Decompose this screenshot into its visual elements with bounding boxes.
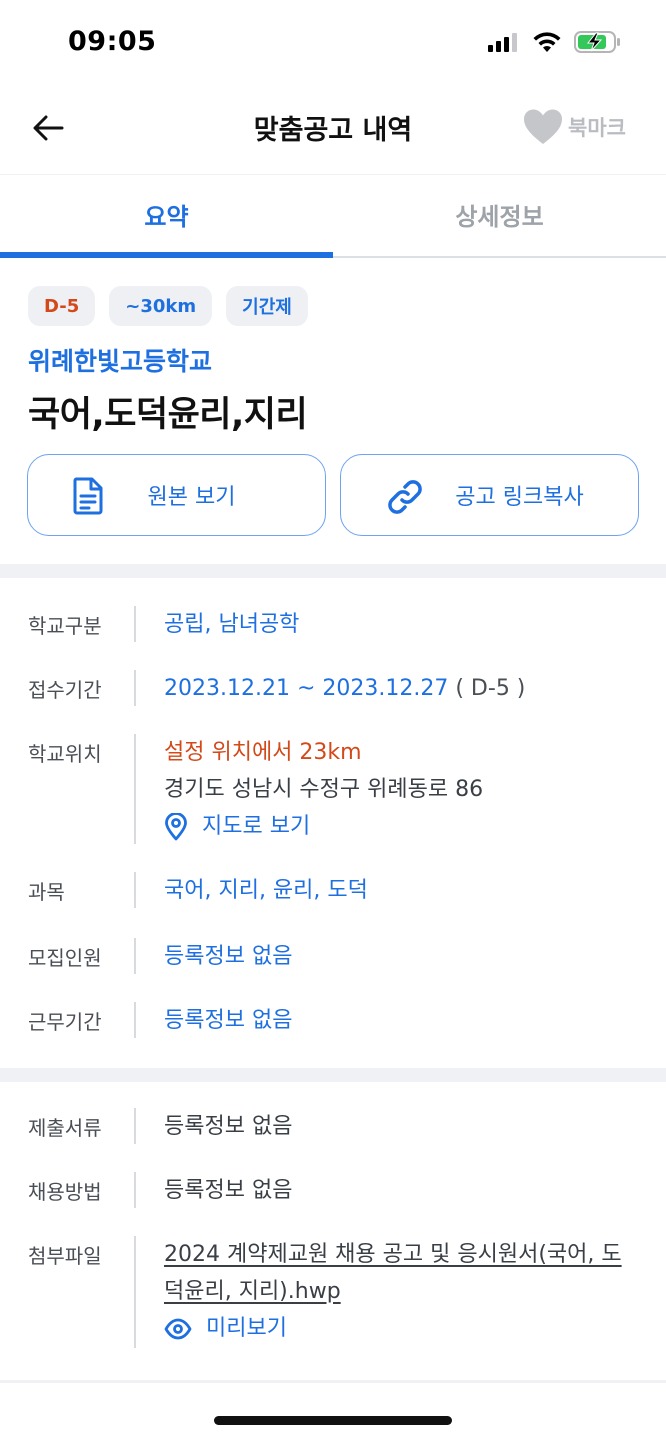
address-text: 경기도 성남시 수정구 위례동로 86 [164,777,484,802]
tab-summary[interactable]: 요약 [0,175,333,258]
school-location-value: 설정 위치에서 23km 경기도 성남시 수정구 위례동로 86 지도로 보기 [164,734,483,845]
info-separator [134,734,136,844]
badge-group: D-5 ~30km 기간제 [28,286,308,326]
info-label: 채용방법 [28,1180,102,1204]
section-divider [0,564,666,578]
map-link-label: 지도로 보기 [202,814,311,839]
eye-icon [164,1318,192,1339]
info-label: 과목 [28,880,65,904]
cellular-signal-icon [488,33,517,52]
hiring-method-value: 등록정보 없음 [164,1178,293,1203]
info-label: 모집인원 [28,946,102,970]
map-link[interactable]: 지도로 보기 [164,808,483,845]
location-pin-icon [165,812,187,840]
copy-link-label: 공고 링크복사 [455,485,584,510]
recruit-count-value: 등록정보 없음 [164,944,293,969]
preview-link[interactable]: 미리보기 [164,1310,624,1347]
attachments-value: 2024 계약제교원 채용 공고 및 응시원서(국어, 도덕윤리, 지리).hw… [164,1236,624,1347]
school-type-value: 공립, 남녀공학 [164,612,300,637]
info-separator [134,670,136,706]
application-dates: 2023.12.21 ~ 2023.12.27 [164,676,449,701]
application-period-value: 2023.12.21 ~ 2023.12.27 ( D-5 ) [164,670,525,707]
info-label: 접수기간 [28,678,102,702]
summary-section: D-5 ~30km 기간제 위례한빛고등학교 국어,도덕윤리,지리 원본 보기 … [0,260,666,564]
tab-bar: 요약 상세정보 [0,174,666,258]
attachment-file-link[interactable]: 2024 계약제교원 채용 공고 및 응시원서(국어, 도덕윤리, 지리).hw… [164,1236,624,1310]
info-label: 제출서류 [28,1116,102,1140]
dday-badge: D-5 [28,286,96,326]
view-original-label: 원본 보기 [147,485,236,510]
info-separator [134,872,136,908]
status-time: 09:05 [68,26,157,57]
documents-value: 등록정보 없음 [164,1114,293,1139]
info-separator [134,1002,136,1038]
distance-badge: ~30km [109,286,213,326]
info-label: 첨부파일 [28,1244,102,1268]
wifi-icon [533,32,561,52]
status-icons [488,30,622,54]
application-dday: ( D-5 ) [455,676,526,701]
view-original-button[interactable]: 원본 보기 [27,454,326,536]
info-separator [134,606,136,642]
distance-text: 설정 위치에서 23km [164,740,362,765]
school-name: 위례한빛고등학교 [28,347,213,376]
battery-charging-icon [574,31,620,53]
subjects-value: 국어, 지리, 윤리, 도덕 [164,878,368,903]
contract-type-badge: 기간제 [226,286,308,326]
info-separator [134,1172,136,1208]
tab-details[interactable]: 상세정보 [333,175,666,256]
info-label: 학교위치 [28,742,102,766]
info-label: 학교구분 [28,614,102,638]
info-separator [134,1108,136,1144]
info-separator [134,1236,136,1348]
app-header: 맞춤공고 내역 북마크 [0,88,666,174]
info-label: 근무기간 [28,1010,102,1034]
work-period-value: 등록정보 없음 [164,1008,293,1033]
bottom-divider [0,1380,666,1383]
info-separator [134,938,136,974]
status-bar: 09:05 [0,0,666,88]
preview-label: 미리보기 [206,1316,287,1341]
home-indicator[interactable] [214,1416,452,1425]
copy-link-button[interactable]: 공고 링크복사 [340,454,639,536]
section-divider [0,1068,666,1082]
bookmark-label: 북마크 [568,116,626,140]
bookmark-button[interactable]: 북마크 [522,108,626,146]
heart-icon [524,109,563,144]
job-title: 국어,도덕윤리,지리 [28,395,308,435]
